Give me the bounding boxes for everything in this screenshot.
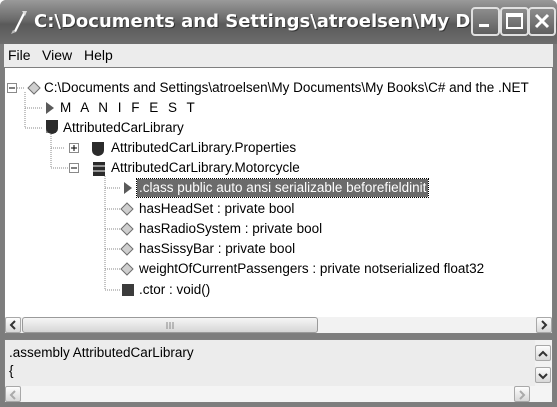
collapse-motorcycle-icon[interactable] (69, 163, 80, 174)
tree-node-field-hassissybar[interactable]: hasSissyBar : private bool (139, 240, 295, 258)
tree-node-motorcycle[interactable]: AttributedCarLibrary.Motorcycle (111, 159, 300, 177)
field-diamond-icon (120, 222, 134, 236)
tree-node-library[interactable]: AttributedCarLibrary (63, 119, 184, 137)
manifest-triangle-icon (46, 102, 54, 114)
menu-file[interactable]: File (8, 47, 31, 63)
class-icon (93, 162, 105, 176)
il-line: .assembly AttributedCarLibrary (9, 345, 194, 360)
assembly-tree-pane[interactable]: C:\Documents and Settings\atroelsen\My D… (4, 67, 553, 334)
il-code-pane[interactable]: .assembly AttributedCarLibrary { (4, 339, 553, 403)
tree-node-field-weight[interactable]: weightOfCurrentPassengers : private nots… (139, 260, 484, 278)
maximize-button[interactable] (500, 7, 529, 36)
field-diamond-icon (120, 202, 134, 216)
close-button[interactable] (528, 7, 556, 36)
maximize-icon (506, 13, 523, 29)
scroll-down-button[interactable] (535, 367, 551, 383)
menu-bar: File View Help (4, 44, 553, 67)
method-square-icon (122, 284, 134, 296)
tree-node-field-hasradiosystem[interactable]: hasRadioSystem : private bool (139, 220, 322, 238)
menu-view[interactable]: View (42, 47, 72, 63)
scroll-left-button[interactable] (5, 317, 21, 333)
close-icon (534, 13, 550, 29)
il-line: { (9, 363, 14, 378)
scroll-up-button[interactable] (535, 345, 551, 361)
class-info-triangle-icon (124, 182, 132, 194)
scroll-right-button[interactable] (536, 317, 552, 333)
namespace-shield-icon (92, 142, 104, 156)
chevron-up-icon (538, 350, 548, 357)
chevron-left-icon (9, 390, 16, 400)
menu-help[interactable]: Help (84, 47, 113, 63)
chevron-right-icon (541, 320, 548, 330)
tree-node-class-info[interactable]: .class public auto ansi serializable bef… (135, 178, 430, 198)
ildasm-window: C:\Documents and Settings\atroelsen\My D… (0, 0, 557, 407)
ildasm-app-icon (11, 11, 27, 34)
collapse-root-icon[interactable] (7, 83, 18, 94)
expand-properties-icon[interactable] (69, 143, 80, 154)
assembly-diamond-icon (27, 81, 41, 95)
minimize-button[interactable] (471, 7, 500, 36)
chevron-left-icon (9, 320, 16, 330)
il-vertical-scrollbar[interactable] (535, 340, 552, 386)
namespace-shield-icon (46, 120, 58, 134)
il-scroll-right-button[interactable] (514, 386, 530, 402)
grip-icon (166, 322, 174, 329)
tree-view[interactable]: C:\Documents and Settings\atroelsen\My D… (5, 68, 552, 317)
field-diamond-icon (120, 262, 134, 276)
minimize-icon (479, 24, 489, 27)
tree-node-root[interactable]: C:\Documents and Settings\atroelsen\My D… (44, 79, 529, 97)
il-horizontal-scrollbar[interactable] (5, 386, 552, 402)
tree-node-properties[interactable]: AttributedCarLibrary.Properties (111, 139, 296, 157)
field-diamond-icon (120, 242, 134, 256)
il-scroll-left-button[interactable] (5, 386, 21, 402)
tree-node-field-hasheadset[interactable]: hasHeadSet : private bool (139, 200, 294, 218)
tree-horizontal-scrollbar[interactable] (5, 317, 552, 333)
window-title: C:\Documents and Settings\atroelsen\My D… (34, 11, 470, 32)
chevron-right-icon (519, 390, 526, 400)
tree-node-ctor[interactable]: .ctor : void() (139, 281, 210, 299)
chevron-down-icon (538, 373, 548, 380)
title-bar[interactable]: C:\Documents and Settings\atroelsen\My D… (0, 0, 557, 44)
tree-node-manifest[interactable]: M A N I F E S T (60, 99, 198, 117)
il-code-text[interactable]: .assembly AttributedCarLibrary { (7, 342, 534, 386)
scroll-thumb[interactable] (22, 317, 318, 333)
